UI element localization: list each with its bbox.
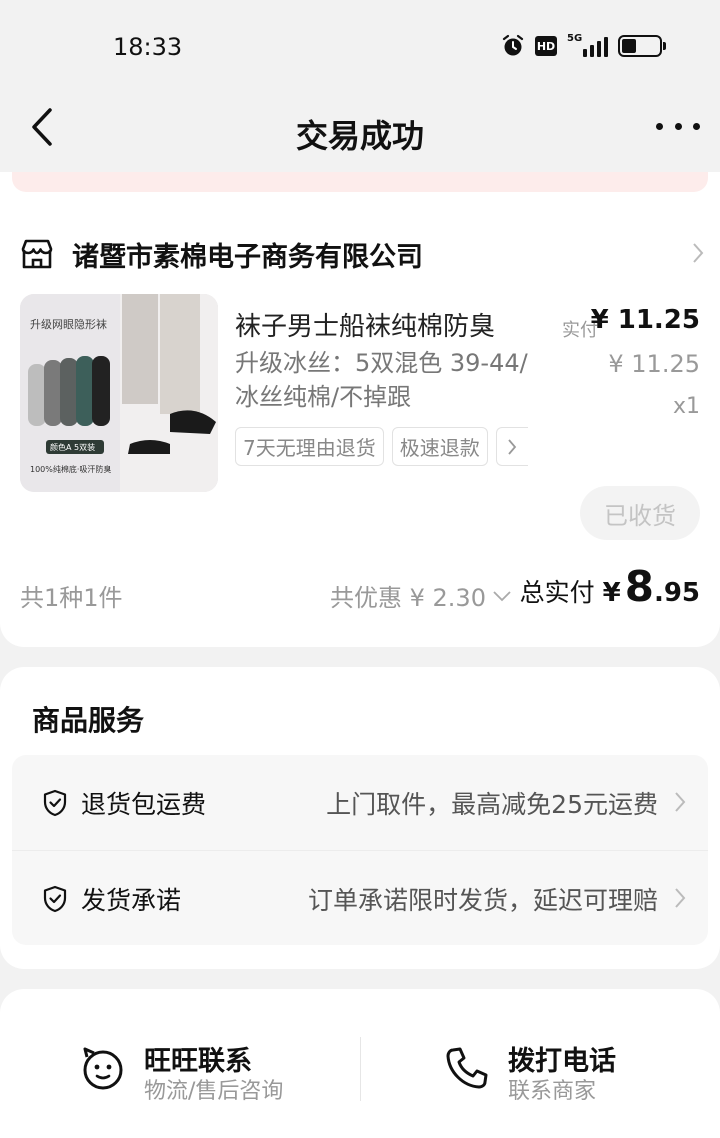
service-name: 退货包运费 xyxy=(81,790,207,819)
service-title: 商品服务 xyxy=(32,704,145,737)
service-row-shipping-promise[interactable]: 发货承诺 订单承诺限时发货，延迟可理赔 xyxy=(12,850,708,945)
image-caption-bottom: 100%纯棉底·吸汗防臭 xyxy=(30,464,111,474)
nav-bar: 交易成功 xyxy=(0,95,720,173)
service-tags: 7天无理由退货 极速退款 xyxy=(235,427,528,466)
shield-check-icon xyxy=(43,885,67,913)
order-card: 诸暨市素棉电子商务有限公司 升级网眼隐形袜 颜色A 5双装 100%纯棉底·吸汗… xyxy=(0,202,720,647)
service-row-return-shipping[interactable]: 退货包运费 上门取件，最高减免25元运费 xyxy=(12,755,708,850)
tag-fast-refund: 极速退款 xyxy=(391,427,488,466)
discount-summary[interactable]: 共优惠 ¥ 2.30 xyxy=(330,578,512,613)
total-label: 总实付 xyxy=(519,578,595,607)
paid-price: ¥ 11.25 xyxy=(590,305,700,335)
total-paid: 总实付 ¥ 8 .95 xyxy=(520,562,700,611)
contact-card: 旺旺联系 物流/售后咨询 拨打电话 联系商家 xyxy=(0,989,720,1138)
product-spec: 升级冰丝：5双混色 39-44/冰丝纯棉/不掉跟 xyxy=(235,349,528,411)
status-time: 18:33 xyxy=(113,33,183,61)
service-name: 发货承诺 xyxy=(81,886,182,915)
contact-subtitle: 物流/售后咨询 xyxy=(144,1079,284,1104)
discount-text: 共优惠 ¥ 2.30 xyxy=(330,584,486,612)
contact-subtitle: 联系商家 xyxy=(508,1079,597,1104)
total-currency: ¥ xyxy=(602,578,621,608)
shop-name: 诸暨市素棉电子商务有限公司 xyxy=(72,241,423,273)
received-button[interactable]: 已收货 xyxy=(580,486,700,540)
more-icon[interactable] xyxy=(654,111,702,141)
service-card: 商品服务 退货包运费 上门取件，最高减免25元运费 发货承诺 订单承诺限时发货，… xyxy=(0,667,720,969)
hd-badge: HD xyxy=(535,36,557,56)
quantity: x1 xyxy=(672,394,700,419)
original-price: ¥ 11.25 xyxy=(608,350,700,378)
status-bar: 18:33 HD 5G xyxy=(0,0,720,95)
image-caption-top: 升级网眼隐形袜 xyxy=(30,317,107,331)
network-label: 5G xyxy=(567,33,583,44)
chevron-down-icon xyxy=(493,590,511,601)
chevron-right-icon xyxy=(675,792,686,812)
shield-check-icon xyxy=(43,789,67,817)
page-title: 交易成功 xyxy=(295,117,424,155)
tags-more-icon[interactable] xyxy=(495,427,528,466)
signal-icon: 5G xyxy=(567,33,608,57)
order-status-banner xyxy=(0,172,720,202)
product-title[interactable]: 袜子男士船袜纯棉防臭 xyxy=(235,306,535,343)
battery-fill xyxy=(622,39,637,53)
chevron-right-icon xyxy=(693,243,704,263)
service-desc: 上门取件，最高减免25元运费 xyxy=(326,790,658,819)
battery-icon xyxy=(618,35,666,57)
service-desc: 订单承诺限时发货，延迟可理赔 xyxy=(307,886,658,915)
shop-icon xyxy=(21,239,53,269)
chevron-right-icon xyxy=(675,888,686,908)
image-caption-badge: 颜色A 5双装 xyxy=(50,442,95,452)
alarm-icon xyxy=(502,34,524,56)
status-icons: HD 5G xyxy=(501,33,666,58)
wangwang-chat-icon xyxy=(83,1047,123,1090)
phone-icon xyxy=(446,1047,488,1089)
tag-seven-day-return: 7天无理由退货 xyxy=(235,427,384,466)
divider xyxy=(360,1037,361,1101)
shop-row[interactable]: 诸暨市素棉电子商务有限公司 xyxy=(20,232,710,276)
product-image[interactable]: 升级网眼隐形袜 颜色A 5双装 100%纯棉底·吸汗防臭 xyxy=(20,294,218,492)
wangwang-contact-button[interactable]: 旺旺联系 物流/售后咨询 xyxy=(80,1033,340,1104)
item-count: 共1种1件 xyxy=(20,584,123,612)
service-list: 退货包运费 上门取件，最高减免25元运费 发货承诺 订单承诺限时发货，延迟可理赔 xyxy=(12,755,708,945)
call-seller-button[interactable]: 拨打电话 联系商家 xyxy=(444,1033,684,1104)
total-integer: 8 xyxy=(624,562,654,611)
total-decimal: .95 xyxy=(653,578,700,608)
